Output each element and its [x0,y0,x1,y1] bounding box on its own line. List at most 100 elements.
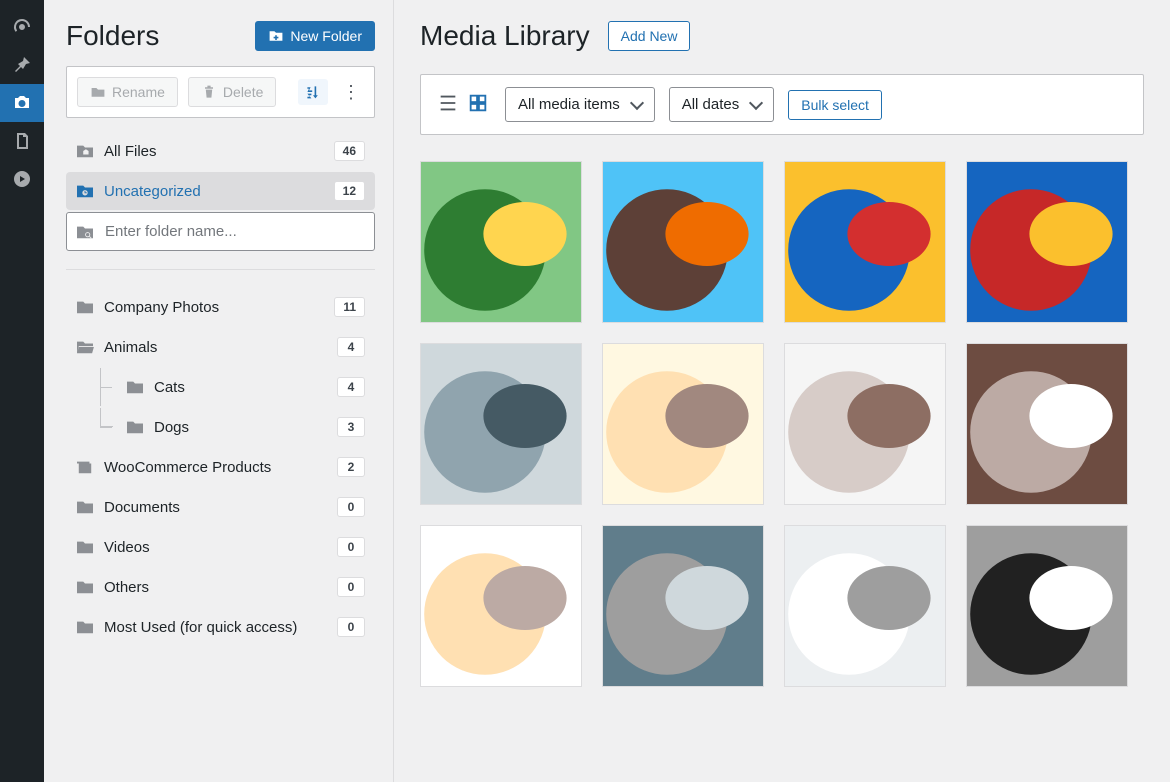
folder-icon [76,499,94,515]
adminbar-pages[interactable] [0,122,44,160]
folder-label: Company Photos [104,299,324,316]
add-new-button[interactable]: Add New [608,21,691,51]
rename-button[interactable]: Rename [77,77,178,107]
folder-label: Others [104,579,327,596]
adminbar-play[interactable] [0,160,44,198]
trash-icon [201,84,217,100]
album-icon [76,459,94,475]
wp-admin-bar [0,0,44,782]
media-grid [420,161,1144,687]
folder-all-files[interactable]: All Files 46 [66,132,375,170]
thumbnail-image [785,526,945,686]
media-thumb-9[interactable] [420,525,582,687]
folder-label: Uncategorized [104,183,324,200]
media-icon [12,93,32,113]
folder-icon [76,299,94,315]
media-thumb-4[interactable] [966,161,1128,323]
thumbnail-image [967,162,1127,322]
folder-name-input[interactable] [66,212,375,251]
folder-company-photos[interactable]: Company Photos 11 [66,288,375,326]
view-toggle [435,90,491,119]
media-thumb-1[interactable] [420,161,582,323]
folder-uncategorized[interactable]: Uncategorized 12 [66,172,375,210]
folder-icon [76,619,94,635]
folder-icon [76,579,94,595]
media-date-filter[interactable]: All dates [669,87,775,122]
media-thumb-11[interactable] [784,525,946,687]
media-thumb-6[interactable] [602,343,764,505]
media-thumb-7[interactable] [784,343,946,505]
folder-count: 0 [337,617,365,637]
folder-count: 11 [334,297,365,317]
media-thumb-12[interactable] [966,525,1128,687]
page-title: Media Library [420,20,590,52]
folder-animals[interactable]: Animals 4 [66,328,375,366]
grid-icon [467,92,489,114]
media-thumb-2[interactable] [602,161,764,323]
new-folder-button[interactable]: New Folder [255,21,375,51]
thumbnail-image [967,344,1127,504]
folder-plus-icon [268,28,284,44]
pages-icon [12,131,32,151]
media-date-value: All dates [682,96,740,113]
adminbar-dashboard[interactable] [0,8,44,46]
thumbnail-image [785,344,945,504]
thumbnail-image [603,344,763,504]
sort-az-button[interactable] [298,79,328,105]
folder-open-icon [76,339,94,355]
media-thumb-10[interactable] [602,525,764,687]
play-icon [12,169,32,189]
folder-label: Most Used (for quick access) [104,619,327,636]
list-icon [437,92,459,114]
bulk-select-button[interactable]: Bulk select [788,90,882,120]
folder-documents[interactable]: Documents 0 [66,488,375,526]
thumbnail-image [603,526,763,686]
adminbar-media[interactable] [0,84,44,122]
folder-count: 4 [337,377,365,397]
media-type-filter[interactable]: All media items [505,87,655,122]
folder-search-row [66,212,375,251]
thumbnail-image [421,526,581,686]
new-folder-label: New Folder [290,28,362,44]
folder-count: 2 [337,457,365,477]
delete-label: Delete [223,84,263,100]
uncat-folder-icon [76,183,94,199]
grid-view-button[interactable] [465,90,491,119]
folder-cats[interactable]: Cats 4 [66,368,375,406]
folder-icon [126,379,144,395]
folder-woocommerce[interactable]: WooCommerce Products 2 [66,448,375,486]
kebab-icon: ⋮ [342,82,360,102]
folder-count: 0 [337,537,365,557]
folder-videos[interactable]: Videos 0 [66,528,375,566]
delete-button[interactable]: Delete [188,77,276,107]
folder-label: Dogs [154,419,327,436]
add-new-label: Add New [621,28,678,44]
folders-panel: Folders New Folder Rename Delete ⋮ All F… [44,0,394,782]
folder-most-used[interactable]: Most Used (for quick access) 0 [66,608,375,646]
folder-count: 0 [337,497,365,517]
folder-label: WooCommerce Products [104,459,327,476]
media-library: Media Library Add New All media items Al… [394,0,1170,782]
thumbnail-image [421,344,581,504]
media-type-value: All media items [518,96,620,113]
list-view-button[interactable] [435,90,461,119]
media-thumb-8[interactable] [966,343,1128,505]
rename-label: Rename [112,84,165,100]
folder-label: Cats [154,379,327,396]
folder-tree: Company Photos 11 Animals 4 Cats 4 Dogs … [66,288,375,646]
more-menu-button[interactable]: ⋮ [338,82,364,103]
folder-count: 4 [337,337,365,357]
folder-search-icon [76,224,94,240]
divider [66,269,375,270]
folder-count: 3 [337,417,365,437]
adminbar-pin[interactable] [0,46,44,84]
folder-label: Animals [104,339,327,356]
folder-label: All Files [104,143,324,160]
folder-dogs[interactable]: Dogs 3 [66,408,375,446]
media-thumb-5[interactable] [420,343,582,505]
media-thumb-3[interactable] [784,161,946,323]
folder-count: 12 [334,181,365,201]
folder-others[interactable]: Others 0 [66,568,375,606]
bulk-select-label: Bulk select [801,97,869,113]
sort-az-icon [305,84,321,100]
